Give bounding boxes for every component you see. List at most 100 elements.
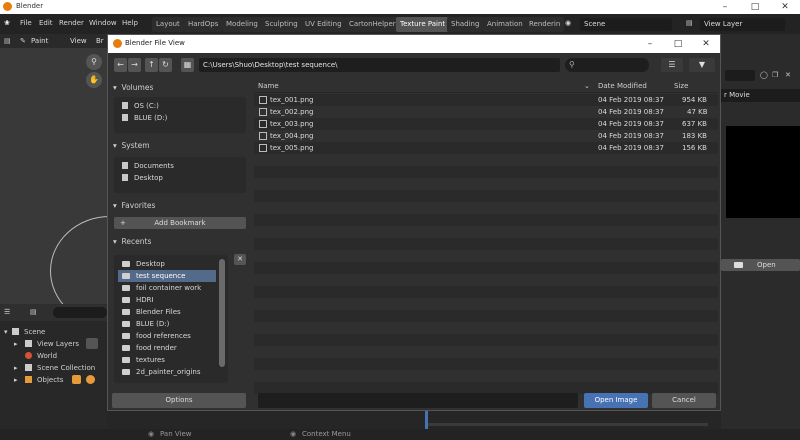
refresh-icon[interactable]: ↻ — [159, 58, 172, 72]
recent-item[interactable]: Blender Files — [122, 306, 181, 318]
recent-item[interactable]: HDRI — [122, 294, 154, 306]
volume-item[interactable]: OS (C:) — [122, 100, 159, 112]
outliner-row-world[interactable]: World — [0, 350, 107, 362]
cancel-button[interactable]: Cancel — [652, 393, 716, 408]
minimize-icon[interactable]: – — [710, 0, 740, 14]
properties-field[interactable] — [725, 70, 755, 81]
tab-sculpting[interactable]: Sculpting — [261, 17, 302, 32]
zoom-icon[interactable]: ⚲ — [86, 54, 102, 70]
filename-input[interactable] — [258, 393, 578, 408]
recent-item[interactable]: BLUE (D:) — [122, 318, 169, 330]
parent-directory-icon[interactable]: ↑ — [145, 58, 158, 72]
recents-header[interactable]: ▾ Recents — [113, 235, 151, 249]
outliner-row-scene[interactable]: ▾ Scene — [0, 326, 107, 338]
directory-path-input[interactable]: C:\Users\Shuo\Desktop\test sequence\ — [199, 58, 560, 72]
file-row[interactable]: tex_003.png 04 Feb 2019 08:37 637 KB — [254, 118, 718, 130]
tab-animation[interactable]: Animation — [483, 17, 527, 32]
tab-shading[interactable]: Shading — [447, 17, 484, 32]
file-row[interactable]: tex_001.png 04 Feb 2019 08:37 954 KB — [254, 94, 718, 106]
paint-mode-dropdown[interactable]: Paint — [31, 37, 48, 45]
tab-uv-editing[interactable]: UV Editing — [301, 17, 346, 32]
recents-clear-icon[interactable]: ✕ — [234, 254, 246, 265]
tab-layout[interactable]: Layout — [152, 17, 184, 32]
viewport-header: ▤ ✎ Paint View Br — [0, 34, 107, 48]
tab-hardops[interactable]: HardOps — [184, 17, 223, 32]
menu-help[interactable]: Help — [122, 19, 138, 27]
recents-scrollbar[interactable] — [219, 259, 225, 367]
options-button[interactable]: Options — [112, 393, 246, 408]
top-bar: ❀ File Edit Render Window Help Layout Ha… — [0, 14, 800, 34]
favorites-header[interactable]: ▾ Favorites — [113, 199, 155, 213]
view-layer-field[interactable]: View Layer — [700, 18, 785, 31]
system-item[interactable]: Desktop — [122, 172, 163, 184]
scene-field[interactable]: Scene — [580, 18, 672, 31]
column-date[interactable]: Date Modified — [598, 79, 647, 93]
menu-file[interactable]: File — [20, 19, 32, 27]
material-icon — [86, 375, 95, 384]
tab-texture-paint[interactable]: Texture Paint — [396, 17, 450, 32]
timeline-scrollbar[interactable] — [428, 423, 708, 426]
add-bookmark-button[interactable]: + Add Bookmark — [114, 217, 246, 229]
menu-edit[interactable]: Edit — [39, 19, 53, 27]
outliner-search-input[interactable] — [53, 307, 107, 318]
image-source-dropdown[interactable]: r Movie — [721, 89, 800, 102]
file-row[interactable]: tex_004.png 04 Feb 2019 08:37 183 KB — [254, 130, 718, 142]
new-folder-icon[interactable]: ▦ — [181, 58, 194, 72]
tab-cartonhelper[interactable]: CartonHelper — [345, 17, 400, 32]
column-size[interactable]: Size — [674, 79, 688, 93]
filter-icon[interactable]: ▼ — [689, 58, 715, 72]
viewport[interactable]: ⚲ ✋ — [0, 48, 170, 326]
recent-item[interactable]: foil container work — [122, 282, 201, 294]
tab-modeling[interactable]: Modeling — [222, 17, 262, 32]
volumes-header[interactable]: ▾ Volumes — [113, 81, 153, 95]
editor-type-icon[interactable]: ▤ — [4, 37, 11, 45]
folder-icon — [122, 357, 130, 363]
outliner-row-view-layers[interactable]: ▸ View Layers — [0, 338, 107, 350]
folder-icon — [122, 321, 130, 327]
hand-pan-icon[interactable]: ✋ — [86, 72, 102, 88]
recent-item[interactable]: food references — [122, 330, 191, 342]
close-icon[interactable]: ✕ — [770, 0, 800, 14]
view-layer-icon: ▤ — [686, 19, 693, 27]
brush-menu[interactable]: Br — [96, 37, 104, 45]
tab-rendering[interactable]: Renderin — [525, 17, 565, 32]
playhead[interactable] — [425, 411, 428, 429]
empty-row — [254, 250, 718, 262]
file-row[interactable]: tex_002.png 04 Feb 2019 08:37 47 KB — [254, 106, 718, 118]
dialog-maximize-icon[interactable]: □ — [664, 35, 692, 53]
outliner-editor-icon[interactable]: ☰ — [4, 308, 10, 316]
system-item[interactable]: Documents — [122, 160, 174, 172]
display-mode-icon[interactable]: ☰ — [661, 58, 683, 72]
blender-menu-icon[interactable]: ❀ — [4, 19, 10, 27]
file-row[interactable]: tex_005.png 04 Feb 2019 08:37 156 KB — [254, 142, 718, 154]
recent-item[interactable]: Desktop — [122, 258, 165, 270]
open-image-button[interactable]: Open Image — [584, 393, 648, 408]
forward-icon[interactable]: → — [128, 58, 141, 72]
view-menu[interactable]: View — [70, 37, 87, 45]
menu-window[interactable]: Window — [89, 19, 117, 27]
maximize-icon[interactable]: □ — [740, 0, 770, 14]
outliner-row-objects[interactable]: ▸ Objects — [0, 374, 107, 386]
dialog-close-icon[interactable]: ✕ — [692, 35, 720, 53]
volume-item[interactable]: BLUE (D:) — [122, 112, 167, 124]
recent-item[interactable]: textures — [122, 354, 165, 366]
shield-icon[interactable]: ◯ — [760, 71, 768, 79]
system-header[interactable]: ▾ System — [113, 139, 150, 153]
file-search-input[interactable]: ⚲ — [565, 58, 649, 72]
outliner: ☰ ▤ ▾ Scene ▸ View Layers World ▸ Scene … — [0, 304, 107, 429]
image-file-icon — [259, 144, 267, 152]
render-icon[interactable] — [86, 338, 98, 349]
dialog-minimize-icon[interactable]: – — [636, 35, 664, 53]
back-icon[interactable]: ← — [114, 58, 127, 72]
menu-render[interactable]: Render — [59, 19, 84, 27]
close-icon[interactable]: ✕ — [785, 71, 791, 79]
display-mode-icon[interactable]: ▤ — [30, 308, 37, 316]
bookmark-icon — [122, 162, 128, 169]
recent-item-selected[interactable]: test sequence — [118, 270, 216, 282]
recent-item[interactable]: food render — [122, 342, 177, 354]
column-name[interactable]: Name — [258, 79, 279, 93]
recent-item[interactable]: 2d_painter_origins — [122, 366, 201, 378]
open-button[interactable]: Open — [721, 259, 800, 271]
copy-icon[interactable]: ❐ — [772, 71, 778, 79]
outliner-row-scene-collection[interactable]: ▸ Scene Collection — [0, 362, 107, 374]
